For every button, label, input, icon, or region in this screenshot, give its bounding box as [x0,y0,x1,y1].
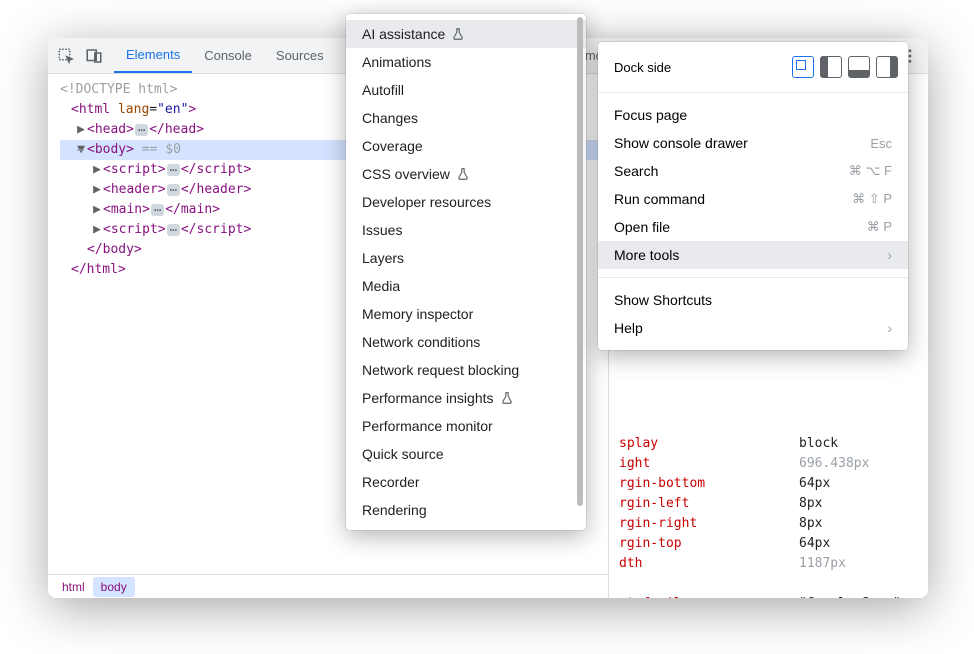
dock-side-row: Dock side [598,50,908,84]
submenu-item[interactable]: Recorder [346,468,586,496]
dock-side-label: Dock side [614,60,671,75]
style-row[interactable] [619,574,928,594]
dock-undock-icon[interactable] [792,56,814,78]
tab-elements[interactable]: Elements [114,38,192,73]
submenu-item[interactable]: Quick source [346,440,586,468]
crumb-html[interactable]: html [54,577,93,597]
submenu-item[interactable]: Changes [346,104,586,132]
menu-item[interactable]: Show Shortcuts [598,286,908,314]
menu-item[interactable]: More tools› [598,241,908,269]
style-row[interactable]: rgin-bottom64px [619,474,928,494]
submenu-item[interactable]: Network request blocking [346,356,586,384]
menu-item[interactable]: Focus page [598,101,908,129]
tab-sources[interactable]: Sources [264,38,336,73]
menu-item[interactable]: Help› [598,314,908,342]
submenu-item[interactable]: Memory inspector [346,300,586,328]
submenu-item[interactable]: Performance insights [346,384,586,412]
breadcrumb[interactable]: htmlbody [48,574,608,598]
flask-icon [451,27,465,41]
style-row[interactable]: rgin-top64px [619,534,928,554]
style-row[interactable]: splayblock [619,434,928,454]
menu-item[interactable]: Search⌘ ⌥ F [598,157,908,185]
submenu-item[interactable]: Rendering [346,496,586,524]
submenu-item[interactable]: Media [346,272,586,300]
chevron-right-icon: › [887,247,892,263]
dock-right-icon[interactable] [876,56,898,78]
menu-item[interactable]: Show console drawerEsc [598,129,908,157]
menu-item[interactable]: Open file⌘ P [598,213,908,241]
submenu-item[interactable]: Network conditions [346,328,586,356]
main-menu: Dock side Focus pageShow console drawerE… [598,42,908,350]
style-row[interactable]: rgin-left8px [619,494,928,514]
submenu-item[interactable]: Coverage [346,132,586,160]
submenu-item[interactable]: Animations [346,48,586,76]
toggle-icon[interactable]: ▶ [92,160,102,180]
more-tools-submenu: AI assistanceAnimationsAutofillChangesCo… [346,14,586,530]
submenu-item[interactable]: Layers [346,244,586,272]
submenu-item[interactable]: Autofill [346,76,586,104]
dock-left-icon[interactable] [820,56,842,78]
toggle-icon[interactable]: ▶ [92,180,102,200]
crumb-body[interactable]: body [93,577,135,597]
toggle-icon[interactable]: ▶ [76,120,86,140]
flask-icon [500,391,514,405]
submenu-item[interactable]: Developer resources [346,188,586,216]
style-row[interactable]: dth1187px [619,554,928,574]
chevron-right-icon: › [887,320,892,336]
toggle-icon[interactable]: ▶ [92,200,102,220]
submenu-item[interactable]: AI assistance [346,20,586,48]
tab-console[interactable]: Console [192,38,264,73]
style-row[interactable]: rgin-right8px [619,514,928,534]
submenu-item[interactable]: Performance monitor [346,412,586,440]
menu-item[interactable]: Run command⌘ ⇧ P [598,185,908,213]
submenu-item[interactable]: CSS overview [346,160,586,188]
style-row[interactable]: nt-family"Google Sans", [619,594,928,598]
device-toggle-icon[interactable] [80,42,108,70]
toggle-icon[interactable]: ▶ [92,220,102,240]
flask-icon [456,167,470,181]
style-row[interactable]: ight696.438px [619,454,928,474]
dock-side-icons [792,56,898,78]
inspect-icon[interactable] [52,42,80,70]
submenu-item[interactable]: Issues [346,216,586,244]
dock-bottom-icon[interactable] [848,56,870,78]
